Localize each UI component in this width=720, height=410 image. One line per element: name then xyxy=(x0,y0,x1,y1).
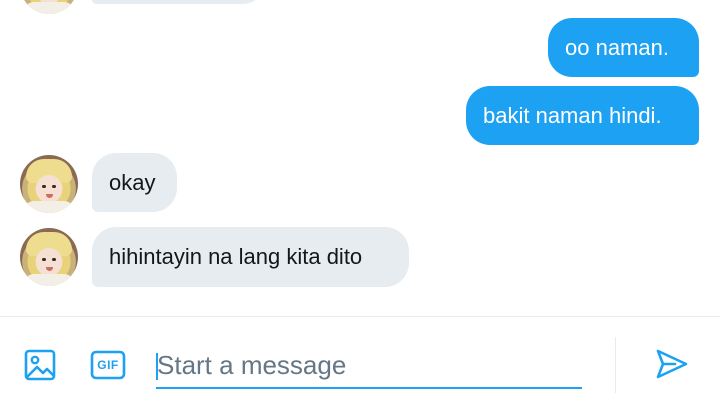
message-text: okay xyxy=(109,169,156,195)
message-bubble-outgoing[interactable]: bakit naman hindi. xyxy=(466,86,699,145)
message-text: oo naman. xyxy=(565,34,669,60)
message-bubble-outgoing[interactable]: oo naman. xyxy=(548,18,699,77)
message-composer: GIF xyxy=(0,316,720,410)
message-text: hihintayin na lang kita dito xyxy=(109,244,363,269)
avatar[interactable] xyxy=(20,0,78,14)
avatar[interactable] xyxy=(20,155,78,213)
message-thread: oo naman. bakit naman hindi. okay hihint… xyxy=(0,0,720,316)
image-icon xyxy=(24,349,56,381)
send-icon xyxy=(656,349,688,379)
gif-button[interactable]: GIF xyxy=(90,347,126,383)
image-button[interactable] xyxy=(22,347,58,383)
message-input-container[interactable] xyxy=(156,343,583,389)
message-bubble-incoming[interactable]: hihintayin na lang kita dito xyxy=(92,227,409,287)
gif-label: GIF xyxy=(97,358,119,372)
message-text: bakit naman hindi. xyxy=(483,102,662,128)
send-button[interactable] xyxy=(654,346,690,382)
message-bubble-incoming[interactable]: okay xyxy=(92,153,177,212)
divider xyxy=(615,337,616,393)
avatar[interactable] xyxy=(20,228,78,286)
message-input[interactable] xyxy=(156,343,583,387)
message-bubble-incoming[interactable] xyxy=(92,0,262,4)
